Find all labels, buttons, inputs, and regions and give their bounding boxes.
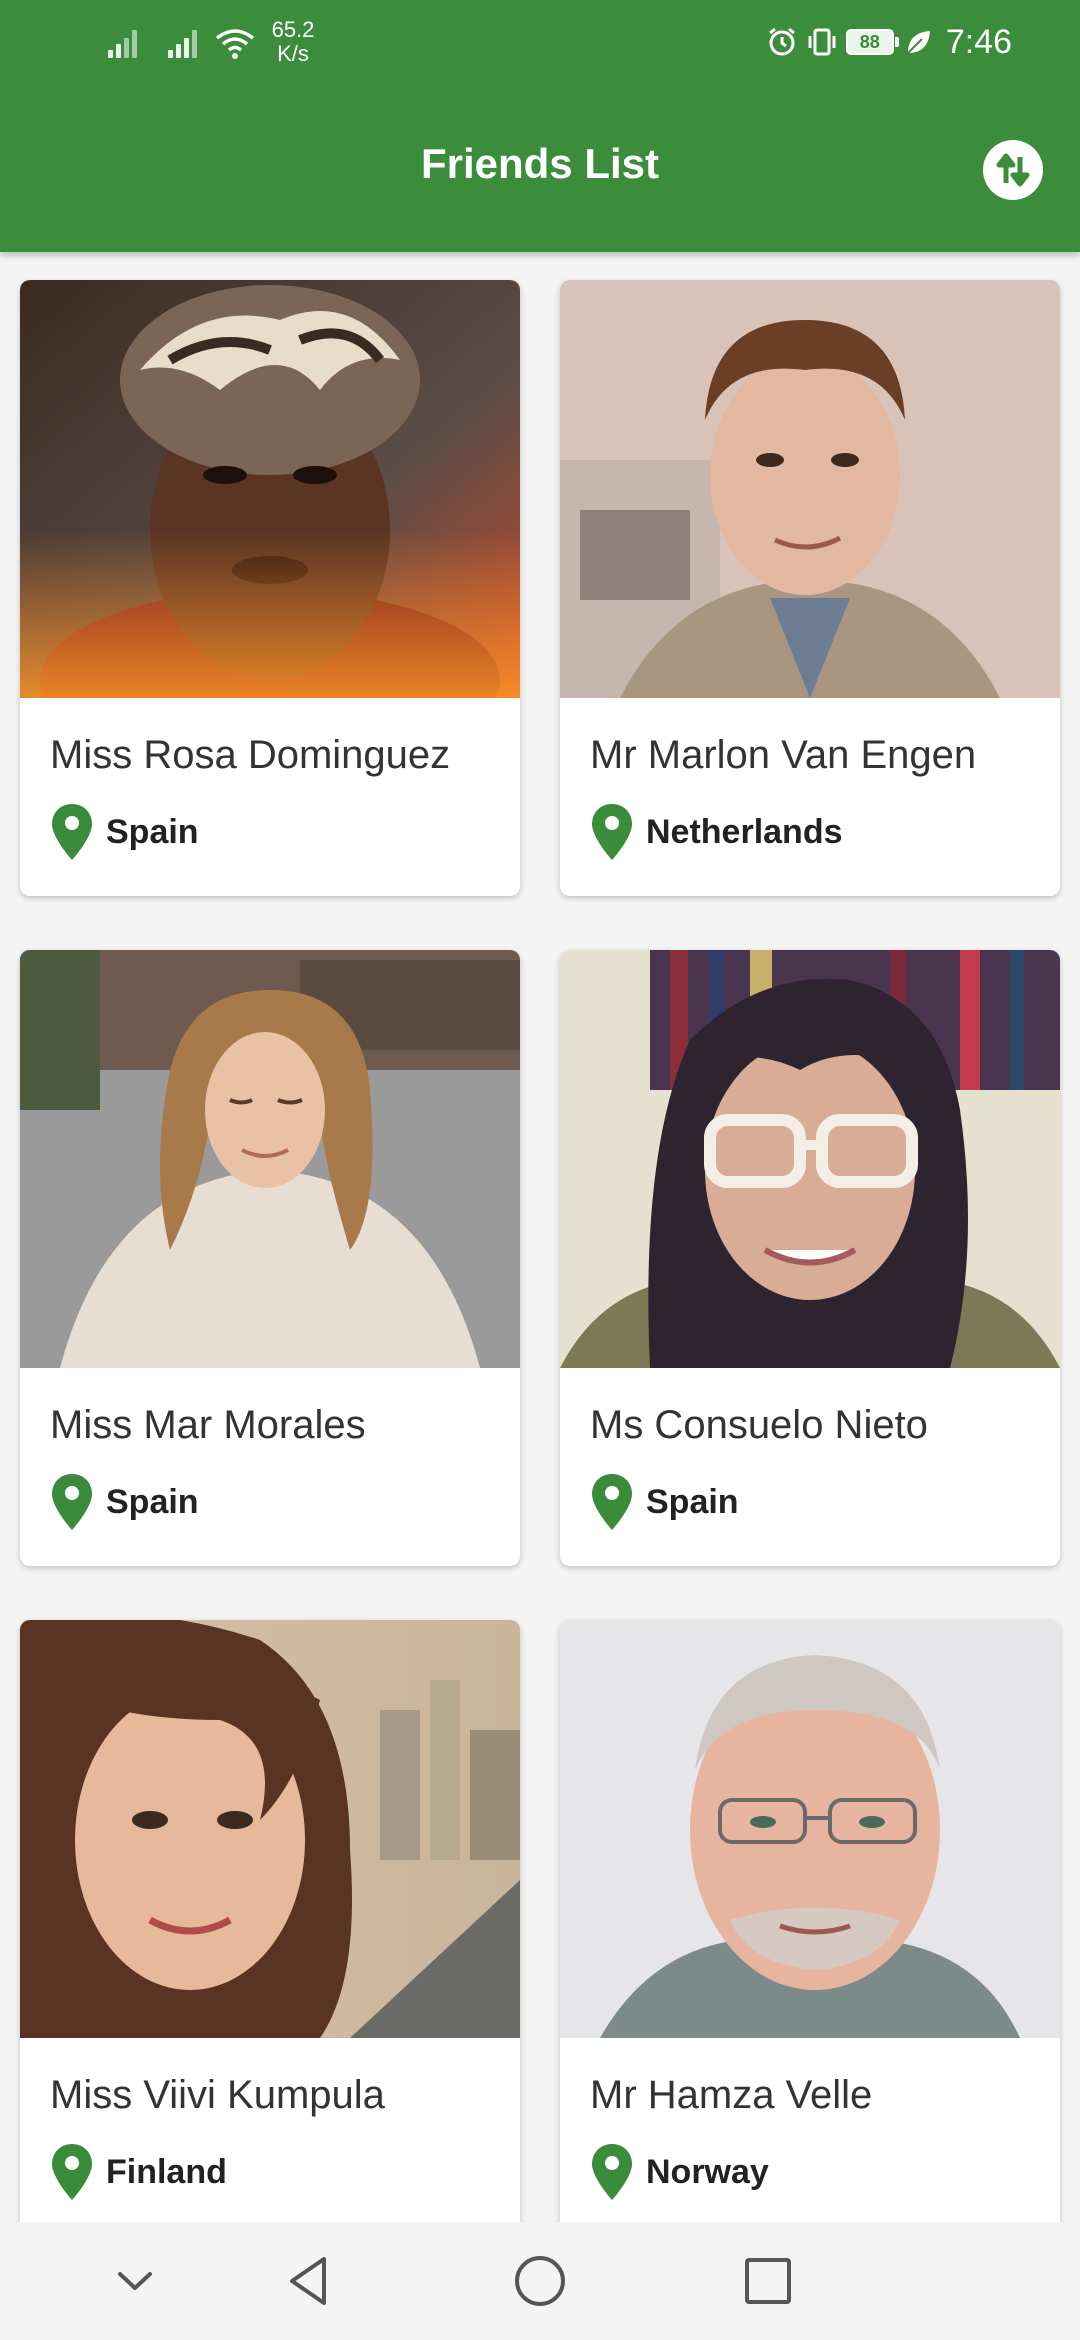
friend-photo <box>20 950 520 1368</box>
friend-location: Norway <box>590 2142 769 2202</box>
recents-icon <box>745 2258 791 2304</box>
friend-location: Finland <box>50 2142 227 2202</box>
friend-name: Mr Hamza Velle <box>590 2073 873 2117</box>
friend-location: Spain <box>590 1472 739 1532</box>
network-speed: 65.2 K/s <box>258 18 328 66</box>
friend-photo <box>20 1620 520 2038</box>
friend-name: Miss Viivi Kumpula <box>50 2073 385 2117</box>
location-pin-icon <box>592 804 632 860</box>
friend-location: Spain <box>50 802 199 862</box>
home-icon <box>515 2256 565 2306</box>
location-pin-icon <box>52 1474 92 1530</box>
signal-icon <box>108 28 144 58</box>
friend-location: Spain <box>50 1472 199 1532</box>
friend-location: Netherlands <box>590 802 843 862</box>
app-bar: 65.2 K/s 88 7:46 Friends List <box>0 0 1080 252</box>
friend-card[interactable]: Mr Marlon Van Engen Netherlands <box>560 280 1060 896</box>
sort-button[interactable] <box>983 140 1043 200</box>
back-icon <box>290 2257 326 2305</box>
wifi-icon <box>215 29 255 59</box>
vibrate-icon <box>808 28 836 56</box>
friend-name: Miss Mar Morales <box>50 1403 366 1447</box>
friend-card[interactable]: Miss Rosa Dominguez Spain <box>20 280 520 896</box>
battery-level: 88 <box>859 32 880 52</box>
hide-nav-button[interactable] <box>100 2246 170 2316</box>
friend-country: Spain <box>646 1482 739 1521</box>
page-title: Friends List <box>420 140 660 187</box>
friends-grid[interactable]: Miss Rosa Dominguez Spain Mr Marlon Van … <box>0 252 1080 2222</box>
chevron-down-icon <box>118 2272 152 2290</box>
friend-card[interactable]: Mr Hamza Velle Norway <box>560 1620 1060 2222</box>
signal-icon <box>168 28 204 58</box>
status-time: 7:46 <box>945 22 1012 61</box>
home-button[interactable] <box>505 2246 575 2316</box>
friend-name: Miss Rosa Dominguez <box>50 733 451 777</box>
friend-photo <box>560 1620 1060 2038</box>
friend-card[interactable]: Ms Consuelo Nieto Spain <box>560 950 1060 1566</box>
friend-card[interactable]: Miss Viivi Kumpula Finland <box>20 1620 520 2222</box>
location-pin-icon <box>592 2144 632 2200</box>
location-pin-icon <box>52 804 92 860</box>
friend-photo <box>560 280 1060 698</box>
location-pin-icon <box>52 2144 92 2200</box>
friend-country: Norway <box>646 2152 769 2191</box>
sort-icon <box>996 153 1030 187</box>
status-icons: 88 7:46 <box>766 20 1012 64</box>
friend-photo <box>20 280 520 698</box>
friend-name: Ms Consuelo Nieto <box>590 1403 928 1447</box>
alarm-icon <box>768 27 795 56</box>
friend-name: Mr Marlon Van Engen <box>590 733 977 777</box>
recents-button[interactable] <box>733 2246 803 2316</box>
network-speed-value: 65.2 <box>271 17 315 42</box>
leaf-icon <box>907 31 930 54</box>
friend-country: Spain <box>106 1482 199 1521</box>
back-button[interactable] <box>275 2246 345 2316</box>
status-bar: 65.2 K/s 88 7:46 <box>0 0 1080 84</box>
friend-country: Netherlands <box>646 812 843 851</box>
friend-card[interactable]: Miss Mar Morales Spain <box>20 950 520 1566</box>
network-speed-unit: K/s <box>277 41 309 66</box>
battery-icon: 88 <box>845 29 899 55</box>
friend-country: Spain <box>106 812 199 851</box>
location-pin-icon <box>592 1474 632 1530</box>
friend-country: Finland <box>106 2152 227 2191</box>
friend-photo <box>560 950 1060 1368</box>
navigation-bar <box>0 2222 1080 2340</box>
